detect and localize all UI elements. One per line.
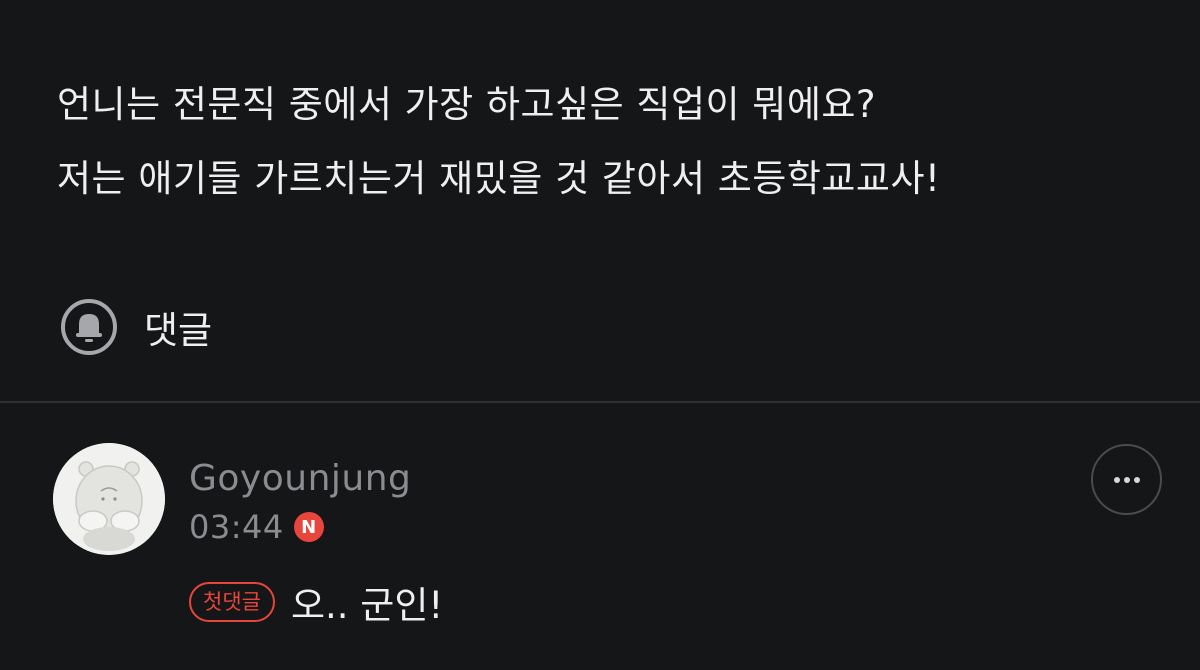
comment-row: 첫댓글 오.. 군인! — [189, 575, 443, 629]
hippo-avatar-icon — [53, 443, 165, 555]
divider — [0, 401, 1200, 403]
comment-time: 03:44 — [189, 508, 284, 546]
comment-label: 댓글 — [144, 309, 213, 352]
comment-button[interactable]: 댓글 — [60, 298, 212, 356]
avatar[interactable] — [53, 443, 165, 555]
post-line-2: 저는 애기들 가르치는거 재밌을 것 같아서 초등학교교사! — [57, 157, 941, 200]
comment-author[interactable]: Goyounjung — [189, 458, 411, 499]
comment-bubble-icon — [61, 299, 117, 355]
comment-meta: 03:44 N — [189, 508, 324, 546]
comment-text: 오.. 군인! — [290, 584, 444, 627]
first-comment-badge: 첫댓글 — [189, 582, 275, 622]
post-line-1: 언니는 전문직 중에서 가장 하고싶은 직업이 뭐에요? — [57, 83, 877, 126]
post-body: 언니는 전문직 중에서 가장 하고싶은 직업이 뭐에요? 저는 애기들 가르치는… — [57, 68, 1157, 216]
more-options-button[interactable] — [1091, 444, 1162, 515]
more-dots-icon — [1113, 476, 1140, 483]
new-badge: N — [293, 512, 324, 542]
